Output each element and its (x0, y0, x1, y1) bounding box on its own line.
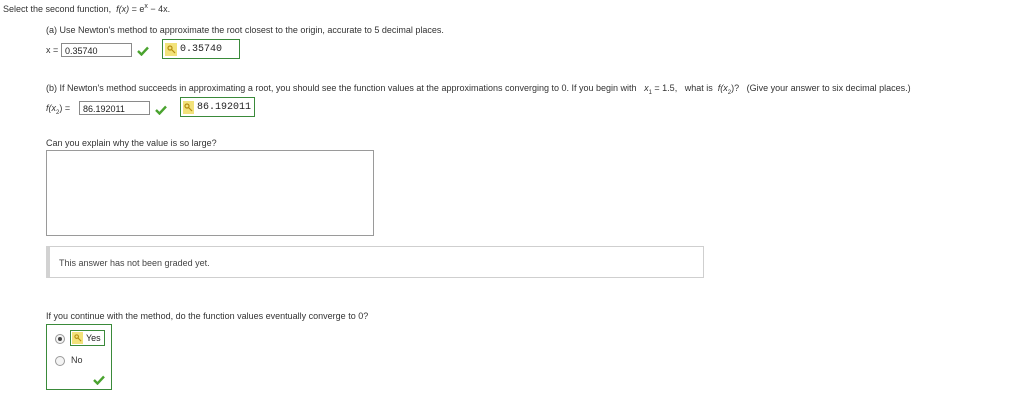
x1-value: = 1.5, (651, 83, 678, 93)
header-line: Select the second function, f(x) = ex − … (3, 3, 170, 14)
option-yes-label: Yes (86, 333, 101, 343)
part-b-answer-input[interactable]: 86.192011 (79, 101, 150, 115)
x-label: x = (46, 45, 59, 55)
correct-check-icon (93, 375, 105, 385)
function-eq: = e (129, 4, 145, 14)
key-icon (72, 332, 83, 344)
yes-answer-key: Yes (70, 330, 105, 346)
key-icon (165, 42, 177, 56)
option-no-label: No (71, 355, 83, 365)
what-is-text: what is (684, 83, 713, 93)
part-b-answer-key: 86.192011 (180, 97, 255, 117)
part-b-question-pre: (b) If Newton's method succeeds in appro… (46, 83, 637, 93)
function-rhs: − 4x. (147, 4, 171, 14)
part-b-question: (b) If Newton's method succeeds in appro… (46, 83, 911, 96)
part-a-question: (a) Use Newton's method to approximate t… (46, 25, 444, 35)
key-icon (183, 100, 194, 114)
give-answer-note: (Give your answer to six decimal places.… (746, 83, 911, 93)
correct-check-icon (155, 105, 167, 115)
radio-no[interactable] (55, 356, 65, 366)
explain-textarea[interactable] (46, 150, 374, 236)
fx2-close: )? (731, 83, 740, 93)
instruction-text: Select the second function, (3, 4, 112, 14)
function-lhs: f(x) (116, 4, 130, 14)
fx2-label-f: f(x (46, 103, 56, 113)
explain-question: Can you explain why the value is so larg… (46, 138, 217, 148)
grading-notice-text: This answer has not been graded yet. (59, 258, 210, 268)
fx2-label: f(x2) = (46, 103, 70, 116)
answer-options-box: Yes No (46, 324, 112, 390)
fx2-label-close: ) = (59, 103, 71, 113)
part-b-key-value: 86.192011 (196, 101, 251, 113)
part-a-answer-key: 0.35740 (162, 39, 240, 59)
converge-question: If you continue with the method, do the … (46, 311, 369, 321)
grading-notice: This answer has not been graded yet. (46, 246, 704, 278)
radio-yes[interactable] (55, 334, 65, 344)
part-a-key-value: 0.35740 (180, 43, 223, 55)
part-a-answer-input[interactable]: 0.35740 (61, 43, 132, 57)
correct-check-icon (137, 46, 149, 56)
fx2-function: f(x (717, 83, 728, 93)
